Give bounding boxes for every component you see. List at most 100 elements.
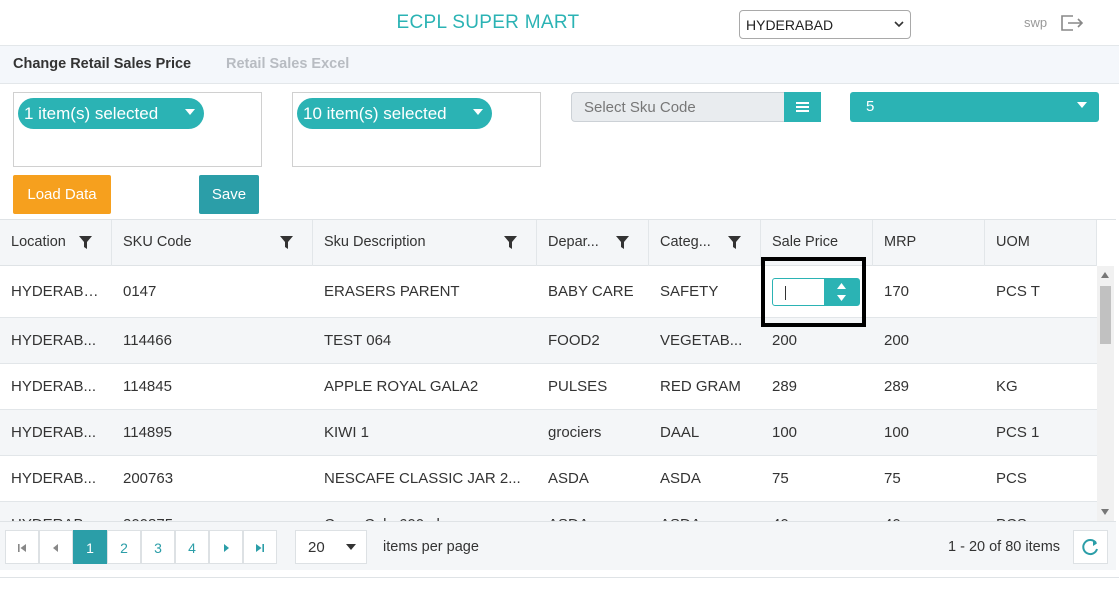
page-size-value: 20: [308, 539, 325, 556]
chevron-down-icon: [346, 544, 356, 550]
prev-page-button[interactable]: [39, 530, 73, 564]
cell-sku-description: KIWI 1: [324, 424, 370, 441]
page-button-3[interactable]: 3: [141, 530, 175, 564]
next-page-button[interactable]: [209, 530, 243, 564]
next-page-icon: [224, 544, 229, 552]
pager-range-info: 1 - 20 of 80 items: [948, 539, 1061, 555]
page-button-4[interactable]: 4: [175, 530, 209, 564]
cell-category: SAFETY: [660, 283, 719, 300]
highlight-box: [761, 257, 866, 327]
column-header-department[interactable]: Depar...: [537, 220, 649, 266]
column-header-uom[interactable]: UOM: [985, 220, 1097, 266]
column-header-label: Categ...: [660, 234, 711, 250]
scroll-down-icon[interactable]: [1101, 509, 1109, 515]
cell-location: HYDERABAD: [11, 283, 105, 300]
cell-sale-price[interactable]: 75: [761, 456, 873, 502]
table-row[interactable]: HYDERAB... 114466 TEST 064 FOOD2 VEGETAB…: [0, 318, 1097, 364]
column-header-mrp[interactable]: MRP: [873, 220, 985, 266]
filter-multiselect-2[interactable]: 10 item(s) selected: [292, 92, 541, 167]
scroll-up-icon[interactable]: [1101, 272, 1109, 278]
cell-category: DAAL: [660, 424, 700, 441]
cell-sku-description: ERASERS PARENT: [324, 283, 460, 300]
selected-items-chip[interactable]: 10 item(s) selected: [297, 98, 492, 129]
cell-uom: PCS: [996, 470, 1027, 487]
table-row[interactable]: HYDERABAD 0147 ERASERS PARENT BABY CARE …: [0, 266, 1097, 318]
cell-sku-code: 114845: [123, 378, 172, 395]
load-data-button[interactable]: Load Data: [13, 175, 111, 214]
sku-list-button[interactable]: [784, 92, 821, 122]
cell-department: BABY CARE: [548, 283, 634, 300]
filter-icon[interactable]: [728, 236, 741, 249]
selected-items-chip[interactable]: 1 item(s) selected: [18, 98, 204, 129]
filter-icon[interactable]: [616, 236, 629, 249]
sku-code-input[interactable]: Select Sku Code: [571, 92, 785, 122]
cell-category: ASDA: [660, 470, 701, 487]
cell-sku-description: Coca-Cola 600ml: [313, 502, 537, 521]
cell-sku-code: 114895: [123, 424, 172, 441]
logout-icon[interactable]: [1060, 14, 1084, 32]
cell-sale-price[interactable]: 40: [761, 502, 873, 521]
cell-sale-price[interactable]: 100: [761, 410, 873, 456]
refresh-button[interactable]: [1073, 530, 1108, 564]
cell-department: ASDA: [537, 502, 649, 521]
table-row[interactable]: HYDERAB... 200875 Coca-Cola 600ml ASDA A…: [0, 502, 1097, 521]
page-size-select[interactable]: 20: [295, 530, 367, 564]
last-page-button[interactable]: [243, 530, 277, 564]
grid-pager: 1 2 3 4 20 items per page 1 - 20 of 80 i…: [0, 521, 1116, 570]
save-button[interactable]: Save: [199, 175, 259, 214]
scrollbar-thumb[interactable]: [1100, 286, 1111, 344]
column-header-label: Depar...: [548, 234, 599, 250]
footer-divider: [0, 577, 1119, 578]
filter-icon[interactable]: [280, 236, 293, 249]
cell-sku-description: APPLE ROYAL GALA2: [324, 378, 479, 395]
sku-code-placeholder: Select Sku Code: [584, 99, 696, 116]
cell-mrp: 170: [884, 283, 910, 300]
top-bar: ECPL SUPER MART HYDERABAD swp: [0, 0, 1119, 46]
filter-multiselect-1[interactable]: 1 item(s) selected: [13, 92, 262, 167]
location-select[interactable]: HYDERABAD: [739, 10, 911, 39]
cell-mrp: 200: [884, 332, 910, 349]
column-header-label: Sku Description: [324, 234, 426, 250]
column-header-label: SKU Code: [123, 234, 192, 250]
table-row[interactable]: HYDERAB... 114845 APPLE ROYAL GALA2 PULS…: [0, 364, 1097, 410]
column-header-label: Location: [11, 234, 66, 250]
cell-category: RED GRAM: [660, 378, 741, 395]
filter-icon[interactable]: [504, 236, 517, 249]
cell-location: HYDERAB...: [11, 424, 97, 441]
first-page-icon: [18, 544, 26, 552]
cell-sku-code: 200763: [123, 470, 174, 487]
sales-price-grid: Location SKU Code Sku Description Depar.…: [0, 219, 1116, 570]
refresh-icon: [1082, 539, 1098, 556]
first-page-button[interactable]: [5, 530, 39, 564]
page-button-2[interactable]: 2: [107, 530, 141, 564]
cell-category: VEGETAB...: [660, 332, 743, 349]
cell-department: FOOD2: [548, 332, 600, 349]
cell-sale-price[interactable]: 289: [761, 364, 873, 410]
tab-retail-sales-excel[interactable]: Retail Sales Excel: [226, 56, 349, 72]
cell-department: PULSES: [548, 378, 608, 395]
cell-uom: PCS T: [996, 283, 1040, 300]
prev-page-icon: [53, 544, 58, 552]
grid-scrollbar[interactable]: [1097, 266, 1114, 521]
tab-change-retail-sales-price[interactable]: Change Retail Sales Price: [13, 56, 191, 72]
location-select-value: HYDERABAD: [746, 17, 834, 33]
filter-icon[interactable]: [79, 236, 92, 249]
chevron-down-icon: [473, 109, 483, 115]
cell-location: HYDERAB...: [11, 378, 97, 395]
column-header-sku-code[interactable]: SKU Code: [112, 220, 313, 266]
count-select[interactable]: 5: [850, 92, 1099, 122]
selected-items-label: 1 item(s) selected: [24, 104, 159, 123]
cell-sku-code: 114466: [123, 332, 172, 349]
cell-sku-description: NESCAFE CLASSIC JAR 2...: [324, 470, 521, 487]
cell-sku-description: TEST 064: [324, 332, 392, 349]
column-header-sku-description[interactable]: Sku Description: [313, 220, 537, 266]
cell-department: grociers: [548, 424, 602, 441]
column-header-category[interactable]: Categ...: [649, 220, 761, 266]
table-row[interactable]: HYDERAB... 200763 NESCAFE CLASSIC JAR 2.…: [0, 456, 1097, 502]
cell-location: HYDERAB...: [11, 470, 97, 487]
table-row[interactable]: HYDERAB... 114895 KIWI 1 grociers DAAL 1…: [0, 410, 1097, 456]
page-button-1[interactable]: 1: [73, 530, 107, 564]
column-header-location[interactable]: Location: [0, 220, 112, 266]
chevron-down-icon: [185, 109, 195, 115]
items-per-page-label: items per page: [383, 539, 479, 555]
